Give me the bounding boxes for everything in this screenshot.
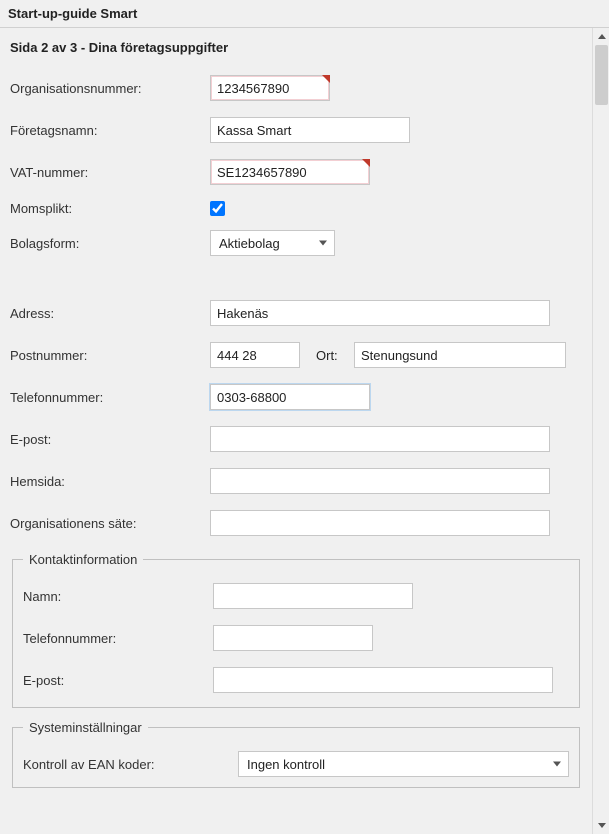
vat-input[interactable] [210, 159, 370, 185]
label-org-sate: Organisationens säte: [10, 516, 210, 531]
arrow-up-icon [598, 34, 606, 39]
org-sate-input[interactable] [210, 510, 550, 536]
momsplikt-checkbox[interactable] [210, 201, 225, 216]
label-bolagsform: Bolagsform: [10, 236, 210, 251]
arrow-down-icon [598, 823, 606, 828]
label-momsplikt: Momsplikt: [10, 201, 210, 216]
validation-corner-icon [362, 159, 370, 167]
validation-corner-icon [322, 75, 330, 83]
label-postnummer: Postnummer: [10, 348, 210, 363]
company-name-input[interactable] [210, 117, 410, 143]
system-legend: Systeminställningar [23, 720, 148, 735]
scrollbar-thumb[interactable] [595, 45, 608, 105]
system-group: Systeminställningar Kontroll av EAN kode… [12, 720, 580, 788]
adress-input[interactable] [210, 300, 550, 326]
hemsida-input[interactable] [210, 468, 550, 494]
contact-group: Kontaktinformation Namn: Telefonnummer: … [12, 552, 580, 708]
ort-input[interactable] [354, 342, 566, 368]
postnummer-input[interactable] [210, 342, 300, 368]
ean-control-select[interactable]: Ingen kontroll [238, 751, 569, 777]
label-contact-phone: Telefonnummer: [23, 631, 213, 646]
label-company-name: Företagsnamn: [10, 123, 210, 138]
label-hemsida: Hemsida: [10, 474, 210, 489]
label-vat: VAT-nummer: [10, 165, 210, 180]
bolagsform-select[interactable]: Aktiebolag [210, 230, 335, 256]
window-title: Start-up-guide Smart [0, 0, 609, 28]
telefon-input[interactable] [210, 384, 370, 410]
contact-email-input[interactable] [213, 667, 553, 693]
page-heading: Sida 2 av 3 - Dina företagsuppgifter [0, 28, 592, 75]
label-contact-name: Namn: [23, 589, 213, 604]
label-ean-control: Kontroll av EAN koder: [23, 757, 238, 772]
label-contact-email: E-post: [23, 673, 213, 688]
label-telefon: Telefonnummer: [10, 390, 210, 405]
ean-selected-value: Ingen kontroll [247, 757, 325, 772]
label-epost: E-post: [10, 432, 210, 447]
vertical-scrollbar[interactable] [592, 28, 609, 834]
org-number-input[interactable] [210, 75, 330, 101]
bolagsform-selected-value: Aktiebolag [219, 236, 280, 251]
label-ort: Ort: [316, 348, 354, 363]
contact-legend: Kontaktinformation [23, 552, 143, 567]
label-adress: Adress: [10, 306, 210, 321]
scroll-up-button[interactable] [593, 28, 609, 45]
scroll-down-button[interactable] [593, 817, 609, 834]
contact-name-input[interactable] [213, 583, 413, 609]
label-org-number: Organisationsnummer: [10, 81, 210, 96]
epost-input[interactable] [210, 426, 550, 452]
contact-phone-input[interactable] [213, 625, 373, 651]
